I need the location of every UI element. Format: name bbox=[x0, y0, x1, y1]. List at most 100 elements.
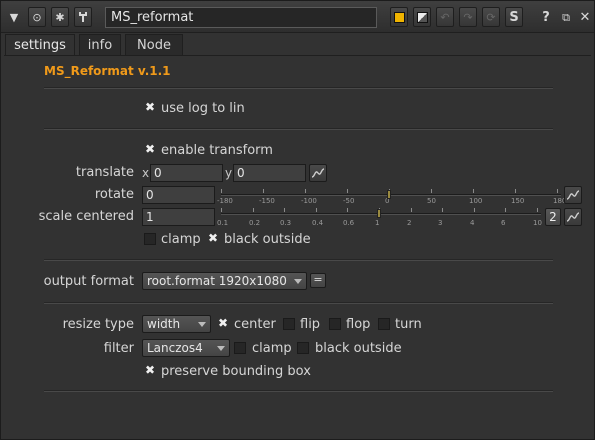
scale-tick-label: 0.1 bbox=[217, 219, 229, 227]
node-color-swatch bbox=[393, 11, 405, 23]
rotate-tick-label: -100 bbox=[301, 197, 317, 205]
black-outside-label: black outside bbox=[224, 232, 311, 247]
rotate-tick bbox=[473, 189, 474, 193]
output-format-dropdown[interactable]: root.format 1920x1080 bbox=[142, 272, 307, 290]
enable-transform-label: enable transform bbox=[161, 143, 273, 158]
wrench-icon[interactable] bbox=[74, 7, 92, 27]
scale-tick bbox=[284, 208, 285, 212]
rotate-slider[interactable]: -180 -150 -100 -50 0 50 100 150 180 bbox=[217, 185, 566, 207]
center-node-icon[interactable]: ⊙ bbox=[28, 7, 46, 27]
flip-checkbox[interactable] bbox=[283, 318, 295, 330]
scale-tick bbox=[411, 208, 412, 212]
scale-tick bbox=[537, 208, 538, 212]
node-name-field[interactable]: MS_reformat bbox=[105, 7, 377, 28]
format-equals-button[interactable]: = bbox=[310, 273, 326, 288]
rotate-slider-track bbox=[221, 194, 561, 196]
translate-y-input[interactable]: 0 bbox=[233, 164, 306, 182]
scale-tick-label: 0.4 bbox=[312, 219, 324, 227]
rotate-tick-label: -180 bbox=[217, 197, 233, 205]
flop-label: flop bbox=[346, 317, 371, 332]
help-button[interactable]: ? bbox=[537, 7, 555, 27]
scale-tick bbox=[474, 208, 475, 212]
gl-color-swatch bbox=[416, 11, 428, 23]
filter-black-outside-checkbox[interactable] bbox=[297, 342, 309, 354]
flop-checkbox[interactable] bbox=[329, 318, 341, 330]
use-log-to-lin-checkbox[interactable]: ✖ bbox=[144, 101, 156, 114]
divider bbox=[44, 259, 553, 261]
divider bbox=[44, 390, 553, 392]
bug-icon[interactable]: ✱ bbox=[51, 7, 69, 27]
node-properties-panel: ▼ ⊙ ✱ MS_reformat ↶ ↷ ⟳ S ? ⧉ ✕ settings… bbox=[0, 0, 595, 440]
scale-channels-button[interactable]: 2 bbox=[545, 208, 561, 226]
filter-label: filter bbox=[103, 341, 134, 356]
s-button[interactable]: S bbox=[505, 7, 523, 27]
redo-icon[interactable]: ↷ bbox=[459, 7, 477, 27]
resize-type-value: width bbox=[147, 317, 181, 331]
output-format-value: root.format 1920x1080 bbox=[147, 274, 287, 288]
scale-animation-curve-icon[interactable] bbox=[564, 208, 582, 226]
chevron-down-icon bbox=[198, 322, 206, 327]
close-icon[interactable]: ✕ bbox=[576, 7, 594, 27]
filter-black-outside-label: black outside bbox=[315, 341, 402, 356]
clamp-checkbox[interactable] bbox=[144, 233, 156, 245]
resize-type-label: resize type bbox=[62, 317, 134, 332]
node-color-button[interactable] bbox=[390, 7, 408, 27]
float-window-icon[interactable]: ⧉ bbox=[557, 7, 575, 27]
translate-animation-curve-icon[interactable] bbox=[309, 164, 327, 182]
turn-label: turn bbox=[395, 317, 422, 332]
chevron-down-icon bbox=[294, 279, 302, 284]
enable-transform-checkbox[interactable]: ✖ bbox=[144, 143, 156, 156]
center-label: center bbox=[234, 317, 276, 332]
scale-tick-label: 6 bbox=[501, 219, 506, 227]
black-outside-checkbox[interactable]: ✖ bbox=[207, 232, 219, 245]
center-checkbox[interactable]: ✖ bbox=[217, 317, 229, 330]
divider bbox=[44, 87, 553, 89]
scale-input[interactable]: 1 bbox=[142, 208, 215, 226]
rotate-animation-curve-icon[interactable] bbox=[564, 186, 582, 204]
rotate-slider-thumb[interactable] bbox=[387, 190, 391, 199]
flip-label: flip bbox=[300, 317, 321, 332]
gl-color-button[interactable] bbox=[413, 7, 431, 27]
divider bbox=[44, 302, 553, 304]
rotate-tick bbox=[221, 189, 222, 193]
rotate-tick bbox=[347, 189, 348, 193]
translate-x-label: x bbox=[142, 166, 150, 180]
rotate-tick-label: 150 bbox=[511, 197, 525, 205]
output-format-label: output format bbox=[43, 274, 134, 289]
scale-tick bbox=[505, 208, 506, 212]
undo-icon[interactable]: ↶ bbox=[436, 7, 454, 27]
filter-dropdown[interactable]: Lanczos4 bbox=[142, 339, 230, 357]
rotate-tick-label: 50 bbox=[427, 197, 436, 205]
scale-tick-label: 0.2 bbox=[249, 219, 261, 227]
scale-tick bbox=[442, 208, 443, 212]
rotate-tick bbox=[557, 189, 558, 193]
scale-tick-label: 1 bbox=[375, 219, 380, 227]
scale-slider-thumb[interactable] bbox=[377, 209, 381, 218]
scale-tick-label: 2 bbox=[407, 219, 412, 227]
divider bbox=[44, 128, 553, 130]
scale-tick-label: 4 bbox=[470, 219, 475, 227]
title-bar: ▼ ⊙ ✱ MS_reformat ↶ ↷ ⟳ S ? ⧉ ✕ bbox=[1, 1, 594, 33]
filter-clamp-checkbox[interactable] bbox=[234, 342, 246, 354]
resize-type-dropdown[interactable]: width bbox=[142, 315, 211, 333]
collapse-arrow-icon[interactable]: ▼ bbox=[5, 7, 23, 27]
turn-checkbox[interactable] bbox=[378, 318, 390, 330]
use-log-to-lin-label: use log to lin bbox=[161, 101, 245, 116]
preserve-bounding-box-checkbox[interactable]: ✖ bbox=[144, 364, 156, 377]
rotate-tick bbox=[431, 189, 432, 193]
translate-x-input[interactable]: 0 bbox=[150, 164, 223, 182]
tab-settings[interactable]: settings bbox=[5, 34, 75, 57]
translate-y-label: y bbox=[225, 166, 233, 180]
rotate-tick-label: -50 bbox=[343, 197, 355, 205]
rotate-tick-label: 100 bbox=[469, 197, 483, 205]
filter-clamp-label: clamp bbox=[252, 341, 292, 356]
revert-icon[interactable]: ⟳ bbox=[482, 7, 500, 27]
translate-label: translate bbox=[75, 165, 134, 180]
rotate-input[interactable]: 0 bbox=[142, 186, 215, 204]
tab-info[interactable]: info bbox=[79, 34, 121, 56]
rotate-tick bbox=[263, 189, 264, 193]
scale-slider[interactable]: 0.1 0.2 0.3 0.4 0.6 1 2 3 4 6 10 bbox=[217, 207, 543, 229]
scale-tick-label: 10 bbox=[533, 219, 542, 227]
scale-tick bbox=[253, 208, 254, 212]
tab-node[interactable]: Node bbox=[125, 34, 183, 56]
